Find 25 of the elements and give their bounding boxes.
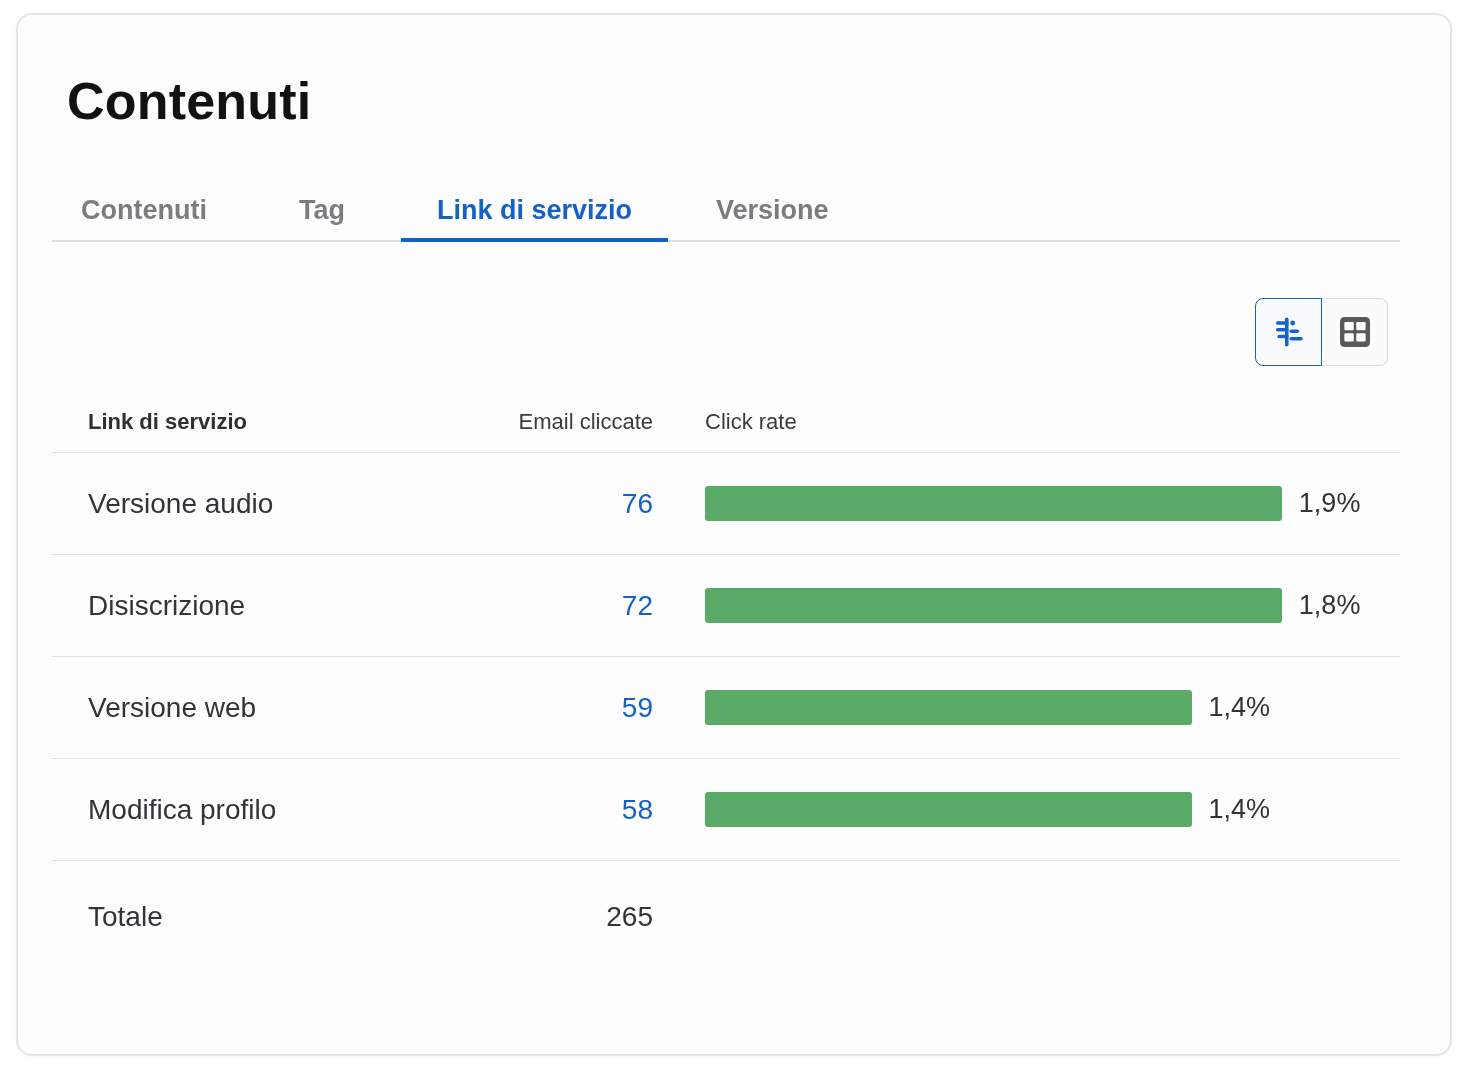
click-rate-value: 1,4%	[1208, 692, 1271, 723]
link-name: Versione web	[87, 691, 258, 724]
link-name: Modifica profilo	[87, 793, 278, 826]
tab[interactable]: Tag	[263, 172, 381, 242]
click-count: 58	[620, 793, 653, 826]
grid-icon	[1339, 317, 1370, 347]
click-rate-value: 1,9%	[1298, 488, 1361, 519]
column-header: Email cliccate	[517, 409, 653, 435]
column-header: Link di servizio	[87, 409, 248, 435]
click-rate-value: 1,4%	[1208, 794, 1271, 825]
tab[interactable]: Versione	[680, 172, 865, 242]
click-count: 59	[620, 691, 653, 724]
link-name: Disiscrizione	[87, 589, 247, 622]
view-toggle-button[interactable]	[1255, 298, 1322, 366]
click-count: 72	[620, 589, 653, 622]
link-name: Versione audio	[87, 487, 275, 520]
total-value: 265	[605, 901, 653, 933]
tab[interactable]: Link di servizio	[401, 172, 669, 242]
column-header: Click rate	[704, 409, 798, 435]
branch-lines-icon	[1273, 317, 1304, 347]
tab[interactable]: Contenuti	[52, 172, 243, 242]
card-title: Contenuti	[67, 71, 312, 132]
click-rate-value: 1,8%	[1298, 590, 1361, 621]
click-count: 76	[620, 487, 653, 520]
total-label: Totale	[87, 901, 164, 933]
